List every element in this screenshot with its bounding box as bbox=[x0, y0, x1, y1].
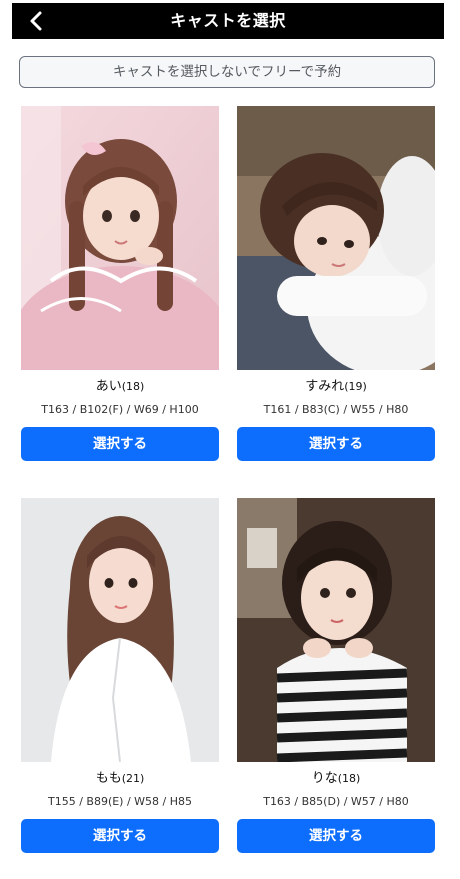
cast-stats: T155 / B89(E) / W58 / H85 bbox=[47, 795, 193, 808]
cast-age: (19) bbox=[344, 380, 367, 393]
cast-name: あい(18) bbox=[21, 378, 219, 396]
cast-stats: T163 / B102(F) / W69 / H100 bbox=[41, 403, 199, 416]
select-cast-button[interactable]: 選択する bbox=[21, 819, 219, 853]
cast-stats: T163 / B85(D) / W57 / H80 bbox=[263, 795, 409, 808]
cast-photo[interactable] bbox=[237, 498, 435, 762]
page-title: キャストを選択 bbox=[170, 11, 286, 30]
top-header: キャストを選択 bbox=[12, 3, 444, 39]
cast-name-text: もも bbox=[95, 771, 122, 786]
cast-name: すみれ(19) bbox=[237, 378, 435, 396]
select-cast-button[interactable]: 選択する bbox=[237, 427, 435, 461]
cast-age: (18) bbox=[337, 772, 361, 785]
cast-name: りな(18) bbox=[237, 770, 435, 788]
cast-photo[interactable] bbox=[237, 106, 435, 370]
cast-name-text: りな bbox=[311, 771, 338, 786]
cast-age: (21) bbox=[121, 772, 145, 785]
cast-name-text: すみれ bbox=[305, 379, 345, 394]
cast-photo[interactable] bbox=[21, 106, 219, 370]
cast-name: もも(21) bbox=[21, 770, 219, 788]
cast-stats: T161 / B83(C) / W55 / H80 bbox=[263, 403, 409, 416]
cast-age: (18) bbox=[121, 380, 145, 393]
select-cast-button[interactable]: 選択する bbox=[237, 819, 435, 853]
select-cast-button[interactable]: 選択する bbox=[21, 427, 219, 461]
cast-photo[interactable] bbox=[21, 498, 219, 762]
free-reservation-button[interactable]: キャストを選択しないでフリーで予約 bbox=[19, 56, 435, 88]
cast-name-text: あい bbox=[95, 379, 122, 394]
